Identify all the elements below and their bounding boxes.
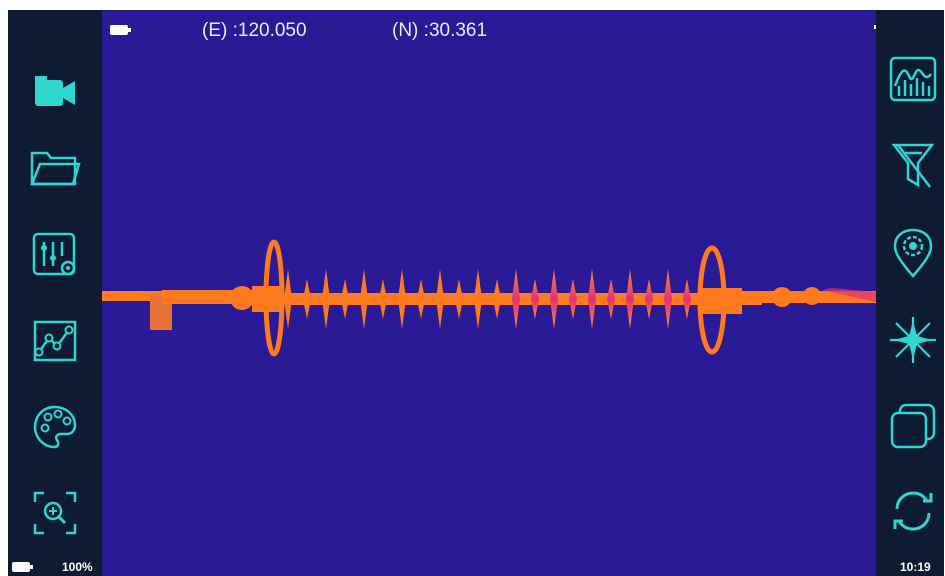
ring-mount-right [702,288,742,314]
insulator-shed [531,279,539,319]
thermal-image-viewport[interactable] [102,10,876,576]
top-status-bar: (E) :120.050 (N) :30.361 [102,16,876,42]
insulator-shed [417,279,425,319]
insulator-shed [341,279,349,319]
northing-value: :30.361 [423,20,488,41]
insulator-shed [645,279,653,319]
insulator-shed [493,279,501,319]
insulator-shed [607,279,615,319]
insulator-shed [322,269,330,329]
insulator-shed [550,269,558,329]
ring-mount-left [252,286,282,312]
insulator-shed [664,269,672,329]
insulator-shed [455,279,463,319]
insulator-shed [512,269,520,329]
insulator-shed [398,269,406,329]
insulator-shed [436,269,444,329]
left-toolbar: 100% [8,10,102,576]
trend-chart-icon[interactable] [28,316,82,366]
insulator-shed [588,269,596,329]
folder-icon[interactable] [26,144,84,192]
insulator-shed [626,269,634,329]
zoom-focus-icon[interactable] [28,488,82,538]
insulator-shed [360,269,368,329]
palette-icon[interactable] [28,402,82,452]
fitting-ball-right-2 [803,287,821,305]
adjust-settings-icon[interactable] [28,230,82,280]
clock: 10:19 [900,560,931,574]
filter-off-icon[interactable] [886,140,940,192]
northing-label: (N) [392,20,419,41]
top-battery-icon [110,25,131,35]
easting-value: :120.050 [232,20,307,41]
laser-icon[interactable] [886,314,940,366]
thermal-camera-screen: (E) :120.050 (N) :30.361 100% 10:19 [8,10,944,576]
insulator-shed [474,269,482,329]
easting-label: (E) [202,20,228,41]
fitting-ball [230,286,254,310]
insulator-shed [379,279,387,319]
fitting-ball-right [772,287,792,307]
layers-icon[interactable] [886,400,940,452]
histogram-icon[interactable] [886,54,940,104]
right-toolbar: 10:19 [876,10,944,576]
insulator-shed [683,279,691,319]
thermal-image [102,239,876,357]
refresh-icon[interactable] [886,484,940,538]
insulator-shed [569,279,577,319]
location-settings-icon[interactable] [886,226,940,280]
northing-readout: (N) :30.361 [392,20,487,42]
easting-readout: (E) :120.050 [202,20,307,42]
video-camera-icon[interactable] [28,68,82,116]
insulator-shed [284,269,292,329]
battery-icon [12,562,33,572]
insulator-shed [303,279,311,319]
battery-percent: 100% [62,560,93,574]
